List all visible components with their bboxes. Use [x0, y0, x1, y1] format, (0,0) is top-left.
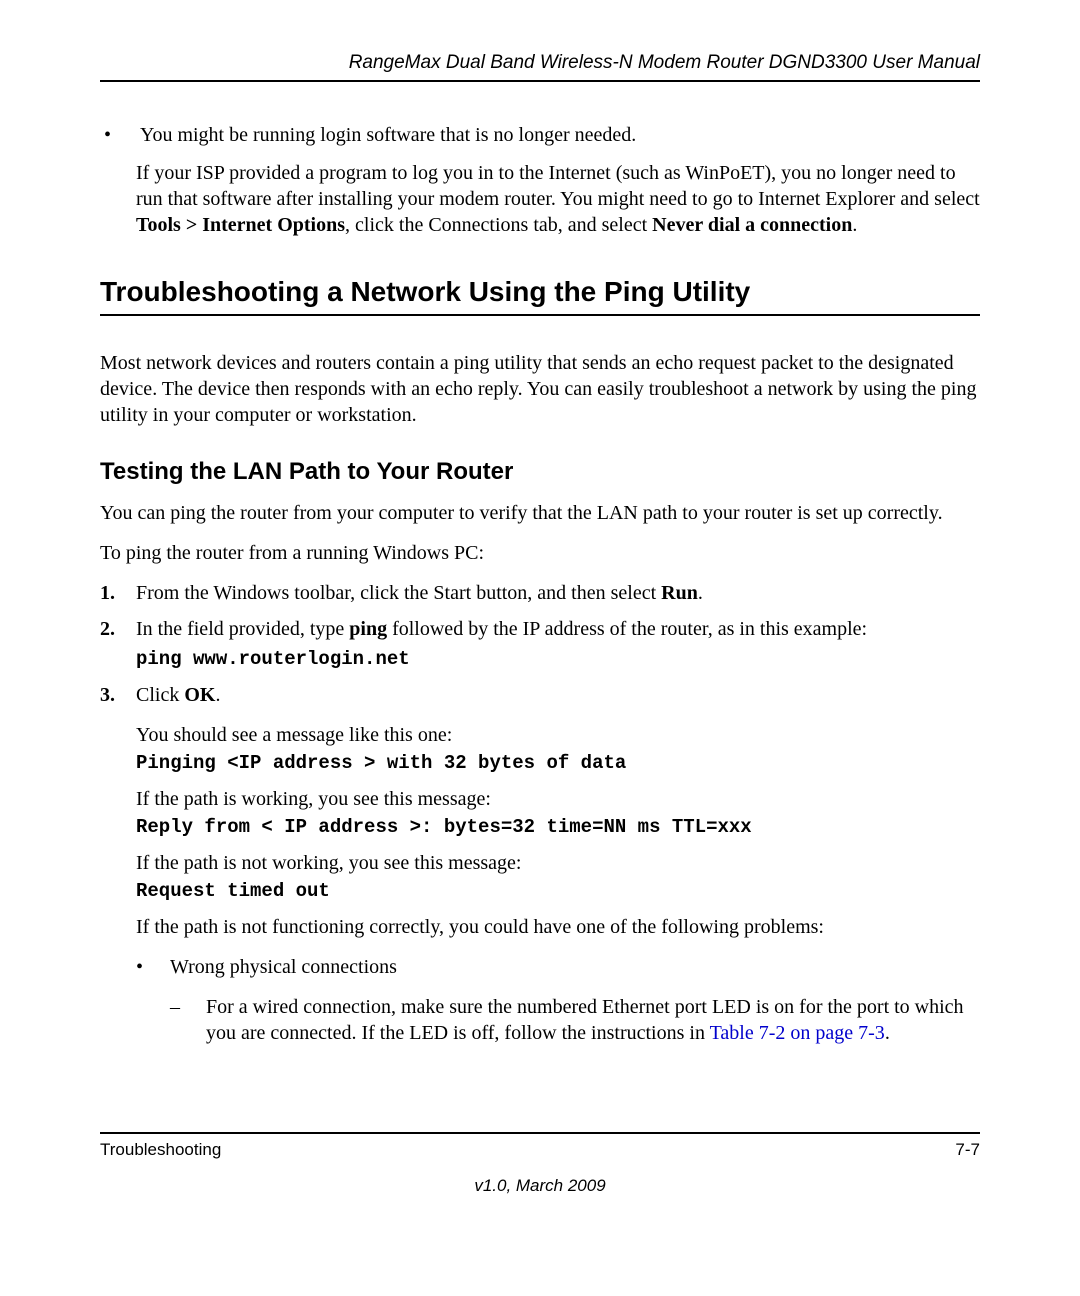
option-bold: Never dial a connection — [652, 214, 852, 236]
running-header: RangeMax Dual Band Wireless-N Modem Rout… — [100, 52, 980, 82]
sub-bullet-item: • Wrong physical connections — [136, 954, 980, 980]
bullet-icon: • — [100, 122, 140, 148]
section-paragraph: Most network devices and routers contain… — [100, 350, 980, 428]
result-intro: If the path is not functioning correctly… — [136, 914, 980, 940]
bullet-item: • You might be running login software th… — [100, 122, 980, 148]
dash-icon: – — [170, 994, 206, 1046]
manual-page: RangeMax Dual Band Wireless-N Modem Rout… — [0, 0, 1080, 1296]
body-paragraph: To ping the router from a running Window… — [100, 540, 980, 566]
result-intro: If the path is working, you see this mes… — [136, 786, 980, 812]
procedure-list: From the Windows toolbar, click the Star… — [100, 580, 980, 1046]
text-segment: . — [852, 214, 857, 236]
step-text: In the field provided, type — [136, 618, 349, 640]
section-heading: Troubleshooting a Network Using the Ping… — [100, 276, 980, 316]
code-line: ping www.routerlogin.net — [136, 646, 980, 672]
footer-page-number: 7-7 — [955, 1140, 980, 1160]
subsection-heading: Testing the LAN Path to Your Router — [100, 458, 980, 486]
step-item: In the field provided, type ping followe… — [100, 616, 980, 672]
bullet-text: You might be running login software that… — [140, 122, 636, 148]
text-segment: If your ISP provided a program to log yo… — [136, 162, 980, 210]
code-line: Pinging <IP address > with 32 bytes of d… — [136, 750, 980, 776]
ui-label-bold: Run — [661, 582, 698, 604]
text-segment: followed by the IP address of the router… — [387, 618, 867, 640]
cross-reference-link[interactable]: Table 7-2 on page 7-3 — [710, 1022, 885, 1044]
code-line: Reply from < IP address >: bytes=32 time… — [136, 814, 980, 840]
page-footer: Troubleshooting 7-7 v1.0, March 2009 — [100, 1132, 980, 1196]
step-item: Click OK. You should see a message like … — [100, 682, 980, 1046]
sub-dash-text: For a wired connection, make sure the nu… — [206, 994, 980, 1046]
code-line: Request timed out — [136, 878, 980, 904]
step-item: From the Windows toolbar, click the Star… — [100, 580, 980, 606]
bullet-icon: • — [136, 954, 170, 980]
bullet-detail-paragraph: If your ISP provided a program to log yo… — [136, 160, 980, 238]
footer-rule — [100, 1132, 980, 1134]
result-intro: You should see a message like this one: — [136, 722, 980, 748]
sub-bullet-text: Wrong physical connections — [170, 954, 397, 980]
result-intro: If the path is not working, you see this… — [136, 850, 980, 876]
command-bold: ping — [349, 618, 387, 640]
menu-path-bold: Tools > Internet Options — [136, 214, 345, 236]
text-segment: , click the Connections tab, and select — [345, 214, 652, 236]
body-paragraph: You can ping the router from your comput… — [100, 500, 980, 526]
text-segment: . — [885, 1022, 890, 1044]
text-segment: . — [698, 582, 703, 604]
step-text: Click — [136, 684, 184, 706]
ui-label-bold: OK — [184, 684, 215, 706]
step-text: From the Windows toolbar, click the Star… — [136, 582, 661, 604]
text-segment: . — [215, 684, 220, 706]
footer-version: v1.0, March 2009 — [100, 1176, 980, 1196]
footer-chapter-name: Troubleshooting — [100, 1140, 221, 1160]
sub-dash-item: – For a wired connection, make sure the … — [170, 994, 980, 1046]
